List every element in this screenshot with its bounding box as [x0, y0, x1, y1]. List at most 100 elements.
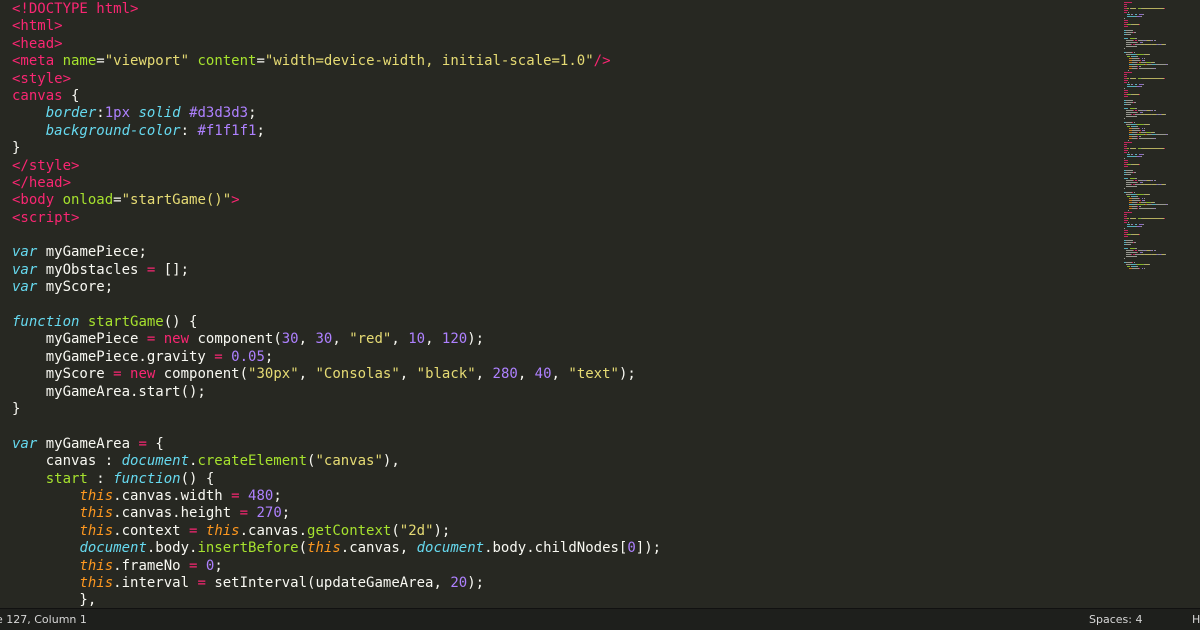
minimap-mark	[1124, 160, 1129, 161]
minimap-mark	[1131, 130, 1140, 131]
code-text-area[interactable]: <!DOCTYPE html> <html> <head> <meta name="v…	[12, 1, 1117, 608]
minimap-mark	[1124, 20, 1129, 21]
code-token: =	[197, 574, 206, 591]
minimap-mark	[1124, 38, 1129, 39]
code-line[interactable]: <html>	[12, 18, 1117, 35]
minimap-mark	[1149, 264, 1151, 265]
minimap-mark	[1142, 154, 1144, 155]
syntax-status[interactable]: H	[1192, 609, 1200, 630]
code-token: onload	[62, 192, 114, 209]
minimap-mark	[1166, 64, 1169, 65]
minimap-mark	[1124, 88, 1125, 89]
code-line[interactable]: <meta name="viewport" content="width=dev…	[12, 53, 1117, 70]
minimap-mark	[1126, 252, 1138, 253]
code-line[interactable]: var myGamePiece;	[12, 244, 1117, 261]
code-line[interactable]	[12, 418, 1117, 435]
code-line[interactable]: this.context = this.canvas.getContext("2…	[12, 523, 1117, 540]
minimap-mark	[1149, 54, 1151, 55]
code-line[interactable]: this.canvas.width = 480;	[12, 488, 1117, 505]
code-token: =	[231, 487, 240, 504]
code-line[interactable]: </style>	[12, 158, 1117, 175]
code-line[interactable]: this.canvas.height = 270;	[12, 505, 1117, 522]
code-token: [];	[155, 261, 190, 278]
code-token: () {	[180, 470, 215, 487]
minimap-mark	[1136, 202, 1138, 203]
minimap-mark	[1140, 86, 1142, 87]
indentation-status[interactable]: Spaces: 4	[1089, 609, 1142, 630]
minimap-mark	[1134, 102, 1136, 103]
code-line[interactable]: <script>	[12, 210, 1117, 227]
code-line[interactable]: myGamePiece = new component(30, 30, "red…	[12, 331, 1117, 348]
code-token: function	[12, 314, 80, 331]
code-line[interactable]: </head>	[12, 175, 1117, 192]
code-line[interactable]: }	[12, 140, 1117, 157]
code-line[interactable]: canvas {	[12, 88, 1117, 105]
code-token: 1px	[104, 105, 131, 122]
code-line[interactable]	[12, 297, 1117, 314]
code-line[interactable]: var myScore;	[12, 279, 1117, 296]
code-line[interactable]: var myGameArea = {	[12, 436, 1117, 453]
code-token: .canvas.height	[113, 505, 240, 522]
code-token: setInterval(updateGameArea,	[205, 574, 451, 591]
code-line[interactable]: var myObstacles = [];	[12, 262, 1117, 279]
code-line[interactable]: <!DOCTYPE html>	[12, 1, 1117, 18]
code-token: }	[12, 400, 21, 417]
minimap-mark	[1142, 8, 1164, 9]
minimap-mark	[1124, 108, 1129, 109]
code-line[interactable]: <body onload="startGame()">	[12, 192, 1117, 209]
minimap-mark	[1126, 46, 1137, 47]
minimap-mark	[1136, 56, 1139, 57]
code-token: "viewport"	[104, 53, 190, 70]
minimap-mark	[1126, 256, 1137, 257]
code-line[interactable]: background-color: #f1f1f1;	[12, 123, 1117, 140]
minimap-mark	[1139, 60, 1141, 61]
minimap-mark	[1131, 198, 1140, 199]
code-token: 0.05	[231, 348, 265, 365]
code-line[interactable]: myGameArea.start();	[12, 384, 1117, 401]
code-token: "width=device-width, initial-scale=1.0"	[264, 53, 594, 70]
minimap-mark	[1136, 124, 1144, 125]
minimap-mark	[1124, 76, 1128, 77]
code-line[interactable]: this.interval = setInterval(updateGameAr…	[12, 575, 1117, 592]
minimap-mark	[1143, 268, 1145, 269]
minimap-mark	[1134, 154, 1138, 155]
minimap-mark	[1134, 242, 1136, 243]
minimap-mark	[1124, 72, 1133, 73]
code-line[interactable]: border:1px solid #d3d3d3;	[12, 105, 1117, 122]
code-line[interactable]: <style>	[12, 71, 1117, 88]
code-line[interactable]: myScore = new component("30px", "Consola…	[12, 366, 1117, 383]
code-line[interactable]: }	[12, 401, 1117, 418]
code-line[interactable]: canvas : document.createElement("canvas"…	[12, 453, 1117, 470]
code-line[interactable]: },	[12, 592, 1117, 608]
minimap-mark	[1143, 198, 1145, 199]
code-token: 10	[408, 331, 426, 348]
code-line[interactable]: document.body.insertBefore(this.canvas, …	[12, 540, 1117, 557]
code-token: 120	[441, 331, 468, 348]
code-token: myScore	[12, 366, 114, 383]
code-token: name	[62, 53, 97, 70]
minimap-mark	[1165, 114, 1167, 115]
cursor-position-status[interactable]: e 127, Column 1	[0, 609, 87, 630]
minimap[interactable]	[1120, 0, 1200, 270]
code-token: startGame	[87, 314, 164, 331]
minimap-mark	[1124, 146, 1128, 147]
minimap-mark	[1128, 140, 1130, 141]
minimap-mark	[1131, 24, 1139, 25]
code-line[interactable]: myGamePiece.gravity = 0.05;	[12, 349, 1117, 366]
code-line[interactable]: function startGame() {	[12, 314, 1117, 331]
code-token: );	[467, 331, 485, 348]
code-line[interactable]: start : function() {	[12, 471, 1117, 488]
minimap-mark	[1137, 112, 1139, 113]
code-line[interactable]	[12, 227, 1117, 244]
code-token: insertBefore	[197, 540, 299, 557]
code-token: :	[87, 470, 114, 487]
code-line[interactable]: <head>	[12, 36, 1117, 53]
minimap-mark	[1141, 42, 1143, 43]
code-line[interactable]: this.frameNo = 0;	[12, 558, 1117, 575]
minimap-mark	[1124, 4, 1128, 5]
